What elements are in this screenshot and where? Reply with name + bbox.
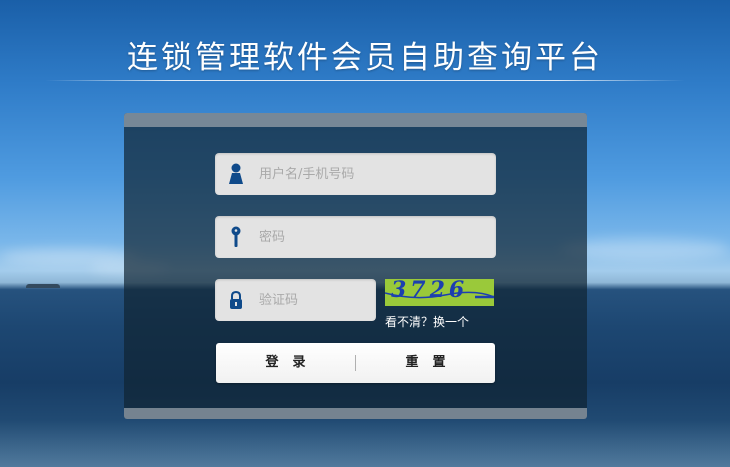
lock-icon [227, 289, 245, 311]
captcha-image[interactable]: 3726 [385, 279, 494, 306]
captcha-field[interactable] [215, 279, 376, 321]
captcha-text: 3726 [391, 279, 469, 303]
sea-decoration [0, 420, 730, 467]
island-decoration [26, 284, 60, 288]
login-button[interactable]: 登录 [216, 343, 355, 383]
password-input[interactable] [259, 216, 488, 258]
login-page: 连锁管理软件会员自助查询平台 用户名/手机号码 验证码 3726 看不清？换一个… [0, 0, 730, 467]
password-field[interactable] [215, 216, 496, 258]
action-buttons: 登录 重置 [216, 343, 495, 383]
panel-bottom-bar [124, 408, 587, 419]
captcha-input[interactable] [259, 279, 368, 321]
title-divider [45, 80, 685, 81]
page-title: 连锁管理软件会员自助查询平台 [127, 40, 603, 76]
username-field[interactable] [215, 153, 496, 195]
reset-button[interactable]: 重置 [356, 343, 495, 383]
user-icon [227, 163, 245, 185]
key-icon [227, 226, 245, 248]
username-input[interactable] [259, 153, 488, 195]
panel-top-bar [124, 113, 587, 127]
refresh-captcha-link[interactable]: 看不清？换一个 [385, 313, 469, 330]
